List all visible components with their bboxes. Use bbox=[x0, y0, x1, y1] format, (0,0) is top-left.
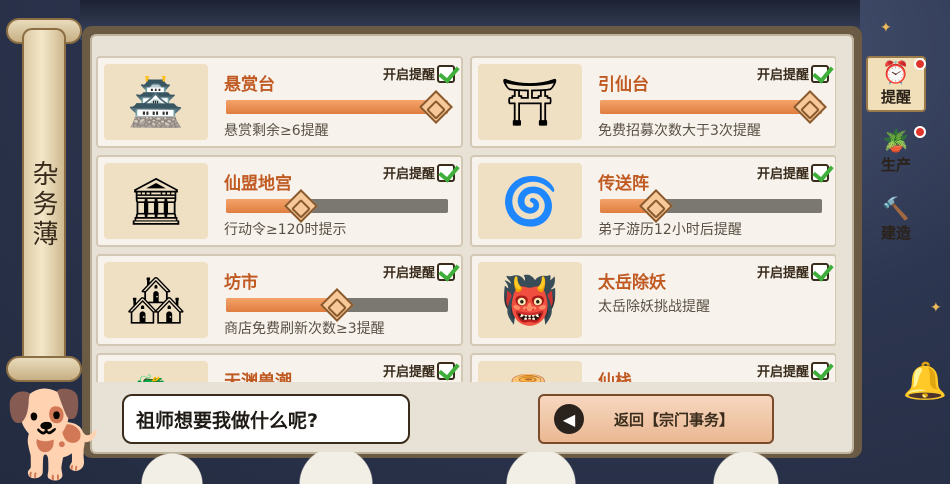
demon-mask-icon: 👹 bbox=[478, 262, 582, 338]
plank-road-icon: 🪵 bbox=[478, 361, 582, 382]
checkmark-icon[interactable] bbox=[437, 262, 455, 281]
card-title: 传送阵 bbox=[598, 174, 649, 194]
threshold-slider[interactable] bbox=[226, 189, 448, 223]
mascot-speech-bubble: 祖师想要我做什么呢? bbox=[122, 394, 410, 444]
portal-icon: 🌀 bbox=[478, 163, 582, 239]
palace-gate-icon: 🏛 bbox=[104, 163, 208, 239]
slider-handle[interactable] bbox=[793, 90, 827, 124]
card-title: 仙盟地宫 bbox=[224, 174, 292, 194]
reminder-card: 🏯 悬赏台 开启提醒悬赏剩余≥6提醒 bbox=[96, 56, 463, 148]
toggle-label: 开启提醒 bbox=[382, 365, 435, 380]
hammer-icon: 🔨 bbox=[882, 196, 910, 222]
card-description: 太岳除妖挑战提醒 bbox=[598, 299, 710, 315]
card-title: 仙栈 bbox=[598, 372, 632, 382]
star-icon: ✦ bbox=[930, 300, 942, 316]
slider-handle[interactable] bbox=[419, 90, 453, 124]
toggle-label: 开启提醒 bbox=[756, 266, 809, 281]
slider-fill bbox=[226, 100, 448, 114]
reminder-card: 🏛 仙盟地宫 开启提醒行动令≥120时提示 bbox=[96, 155, 463, 247]
reminder-grid[interactable]: 🏯 悬赏台 开启提醒 悬赏剩余≥6提醒 ⛩ 引仙台 开启提醒 免费招募次数大于3次提醒 🏛 仙盟地… bbox=[96, 56, 836, 382]
tab-build[interactable]: 🔨 建造 bbox=[866, 192, 926, 248]
card-description: 免费招募次数大于3次提醒 bbox=[598, 123, 761, 139]
reminder-card: 🌀 传送阵 开启提醒弟子游历12小时后提醒 bbox=[470, 155, 836, 247]
market-icon: 🏘 bbox=[104, 262, 208, 338]
threshold-slider[interactable] bbox=[226, 288, 448, 322]
notification-badge bbox=[914, 126, 926, 138]
cloud-decoration bbox=[90, 452, 910, 484]
shiba-mascot: 🐕 bbox=[3, 385, 109, 483]
checkmark-icon[interactable] bbox=[437, 64, 455, 83]
reminder-toggle[interactable]: 开启提醒 bbox=[383, 64, 455, 83]
reminder-toggle[interactable]: 开启提醒 bbox=[757, 64, 829, 83]
pavilion-icon: 🏯 bbox=[104, 64, 208, 140]
checkmark-icon[interactable] bbox=[811, 361, 829, 380]
card-title: 引仙台 bbox=[598, 75, 649, 95]
reminder-card: 🪵 仙栈 开启提醒 bbox=[470, 353, 836, 382]
slider-handle[interactable] bbox=[284, 189, 319, 223]
reminder-card: ⛩ 引仙台 开启提醒免费招募次数大于3次提醒 bbox=[470, 56, 836, 148]
star-icon: ✦ bbox=[880, 20, 892, 36]
reminder-card: 🐉 天渊兽潮 开启提醒 bbox=[96, 353, 463, 382]
plant-pot-icon: 🪴 bbox=[882, 128, 910, 154]
reminder-toggle[interactable]: 开启提醒 bbox=[757, 361, 829, 380]
reminder-toggle[interactable]: 开启提醒 bbox=[757, 163, 829, 182]
back-to-sect-affairs-button[interactable]: ◀ 返回【宗门事务】 bbox=[538, 394, 774, 444]
reminder-toggle[interactable]: 开启提醒 bbox=[383, 361, 455, 380]
slider-handle[interactable] bbox=[320, 288, 354, 322]
bell-ornament: 🔔 bbox=[902, 361, 948, 402]
toggle-label: 开启提醒 bbox=[382, 68, 435, 83]
card-description: 悬赏剩余≥6提醒 bbox=[224, 123, 329, 139]
checkmark-icon[interactable] bbox=[437, 361, 455, 380]
toggle-label: 开启提醒 bbox=[756, 365, 809, 380]
card-title: 太岳除妖 bbox=[598, 273, 666, 293]
tab-label: 提醒 bbox=[880, 87, 911, 106]
back-button-label: 返回【宗门事务】 bbox=[614, 410, 735, 429]
threshold-slider[interactable] bbox=[600, 189, 822, 223]
card-description: 行动令≥120时提示 bbox=[224, 222, 347, 238]
threshold-slider[interactable] bbox=[600, 90, 827, 124]
checkmark-icon[interactable] bbox=[811, 163, 829, 182]
back-arrow-icon: ◀ bbox=[554, 404, 584, 434]
slider-handle[interactable] bbox=[638, 189, 673, 223]
toggle-label: 开启提醒 bbox=[756, 68, 809, 83]
toggle-label: 开启提醒 bbox=[382, 266, 435, 281]
notification-badge bbox=[914, 58, 926, 70]
tab-label: 生产 bbox=[880, 155, 911, 174]
card-description: 弟子游历12小时后提醒 bbox=[598, 222, 742, 238]
toggle-label: 开启提醒 bbox=[382, 167, 435, 182]
threshold-slider[interactable] bbox=[226, 90, 453, 124]
card-title: 天渊兽潮 bbox=[224, 372, 292, 382]
reminder-toggle[interactable]: 开启提醒 bbox=[383, 163, 455, 182]
reminder-card: 🏘 坊市 开启提醒商店免费刷新次数≥3提醒 bbox=[96, 254, 463, 346]
reminder-toggle[interactable]: 开启提醒 bbox=[757, 262, 829, 281]
tab-label: 建造 bbox=[880, 223, 911, 242]
checkmark-icon[interactable] bbox=[811, 64, 829, 83]
reminder-card: 👹 太岳除妖 开启提醒太岳除妖挑战提醒 bbox=[470, 254, 836, 346]
alarm-clock-icon: ⏰ bbox=[882, 60, 910, 86]
checkmark-icon[interactable] bbox=[811, 262, 829, 281]
scroll-title: 杂务薄 bbox=[28, 160, 58, 250]
toggle-label: 开启提醒 bbox=[756, 167, 809, 182]
card-title: 坊市 bbox=[224, 273, 258, 293]
card-title: 悬赏台 bbox=[224, 75, 275, 95]
reminder-toggle[interactable]: 开启提醒 bbox=[383, 262, 455, 281]
checkmark-icon[interactable] bbox=[437, 163, 455, 182]
altar-icon: ⛩ bbox=[478, 64, 582, 140]
card-description: 商店免费刷新次数≥3提醒 bbox=[224, 321, 385, 337]
beast-icon: 🐉 bbox=[104, 361, 208, 382]
speech-text: 祖师想要我做什么呢? bbox=[136, 409, 319, 432]
slider-fill bbox=[600, 100, 822, 114]
